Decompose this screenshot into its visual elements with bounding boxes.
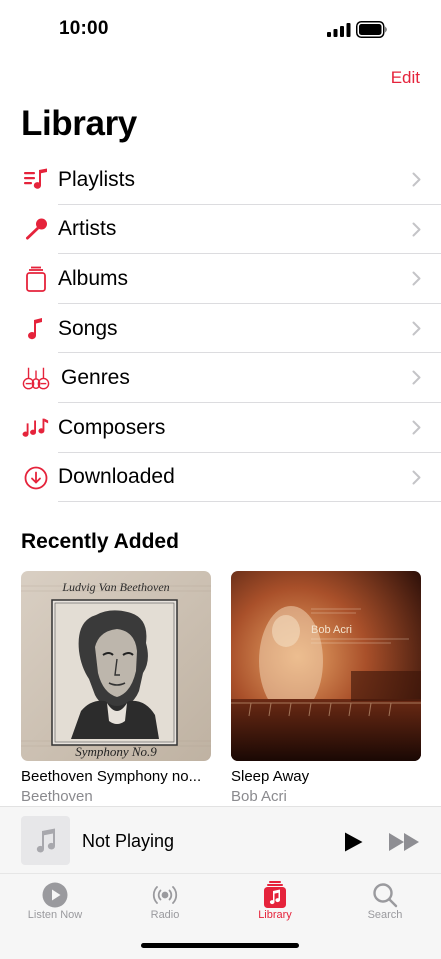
search-icon <box>373 883 398 908</box>
play-icon[interactable] <box>343 831 364 853</box>
album-art-script-bottom: Symphony No.9 <box>75 744 157 759</box>
library-menu: Playlists Artists Albums Songs Genres Co… <box>0 155 441 503</box>
menu-item-label: Artists <box>58 217 117 241</box>
mini-player-artwork <box>21 816 70 865</box>
playlist-icon <box>22 167 50 193</box>
tab-label: Search <box>367 909 403 921</box>
menu-item-label: Songs <box>58 316 118 340</box>
menu-item-genres[interactable]: Genres <box>0 353 441 403</box>
chevron-right-icon <box>412 321 421 336</box>
microphone-icon <box>22 217 50 243</box>
album-title: Beethoven Symphony no... <box>21 768 202 785</box>
chevron-right-icon <box>412 222 421 237</box>
mini-player[interactable]: Not Playing <box>0 806 441 874</box>
menu-item-label: Playlists <box>58 167 136 191</box>
tab-label: Radio <box>150 909 180 921</box>
album-artist: Bob Acri <box>231 788 287 805</box>
chevron-right-icon <box>412 470 421 485</box>
status-bar: 10:00 <box>0 0 441 60</box>
radio-icon <box>152 886 178 904</box>
fast-forward-icon[interactable] <box>388 832 421 852</box>
album-card[interactable]: Ludvig Van Beethoven Symphony No.9 Beeth… <box>21 571 211 805</box>
tab-radio[interactable]: Radio <box>110 874 220 934</box>
menu-item-composers[interactable]: Composers <box>0 403 441 453</box>
tab-search[interactable]: Search <box>330 874 440 934</box>
home-indicator <box>141 943 299 948</box>
library-icon <box>264 881 286 908</box>
tab-listen-now[interactable]: Listen Now <box>0 874 110 934</box>
edit-button[interactable]: Edit <box>391 68 420 88</box>
tab-library[interactable]: Library <box>220 874 330 934</box>
music-note-icon <box>22 316 50 342</box>
menu-item-label: Composers <box>58 415 166 439</box>
divider <box>58 501 441 503</box>
menu-item-artists[interactable]: Artists <box>0 205 441 255</box>
status-time: 10:00 <box>59 18 109 39</box>
albums-icon <box>22 266 50 293</box>
album-artwork: Ludvig Van Beethoven Symphony No.9 <box>21 571 211 761</box>
menu-item-albums[interactable]: Albums <box>0 254 441 304</box>
download-circle-icon <box>22 465 50 491</box>
album-artwork: Bob Acri <box>231 571 421 761</box>
music-notes-icon <box>22 415 50 441</box>
page-title: Library <box>21 104 137 143</box>
album-artist: Beethoven <box>21 788 93 805</box>
album-art-title: Bob Acri <box>311 624 352 636</box>
battery-icon <box>356 21 387 38</box>
chevron-right-icon <box>412 271 421 286</box>
play-circle-icon <box>42 882 68 908</box>
mini-player-title: Not Playing <box>82 831 175 851</box>
menu-item-downloaded[interactable]: Downloaded <box>0 453 441 503</box>
album-card[interactable]: Bob Acri Sleep Away Bob Acri <box>231 571 421 805</box>
music-note-icon <box>36 828 55 852</box>
menu-item-playlists[interactable]: Playlists <box>0 155 441 205</box>
section-title-recently-added: Recently Added <box>21 530 179 553</box>
chevron-right-icon <box>412 370 421 385</box>
tab-label: Library <box>258 909 292 921</box>
guitars-icon <box>22 365 50 391</box>
chevron-right-icon <box>412 172 421 187</box>
menu-item-label: Albums <box>58 266 129 290</box>
menu-item-label: Downloaded <box>58 465 175 489</box>
chevron-right-icon <box>412 420 421 435</box>
signal-icon <box>327 23 351 37</box>
album-art-script-top: Ludvig Van Beethoven <box>61 580 169 594</box>
menu-item-songs[interactable]: Songs <box>0 304 441 354</box>
tab-label: Listen Now <box>27 909 83 921</box>
menu-item-label: Genres <box>61 366 130 390</box>
album-title: Sleep Away <box>231 768 310 785</box>
